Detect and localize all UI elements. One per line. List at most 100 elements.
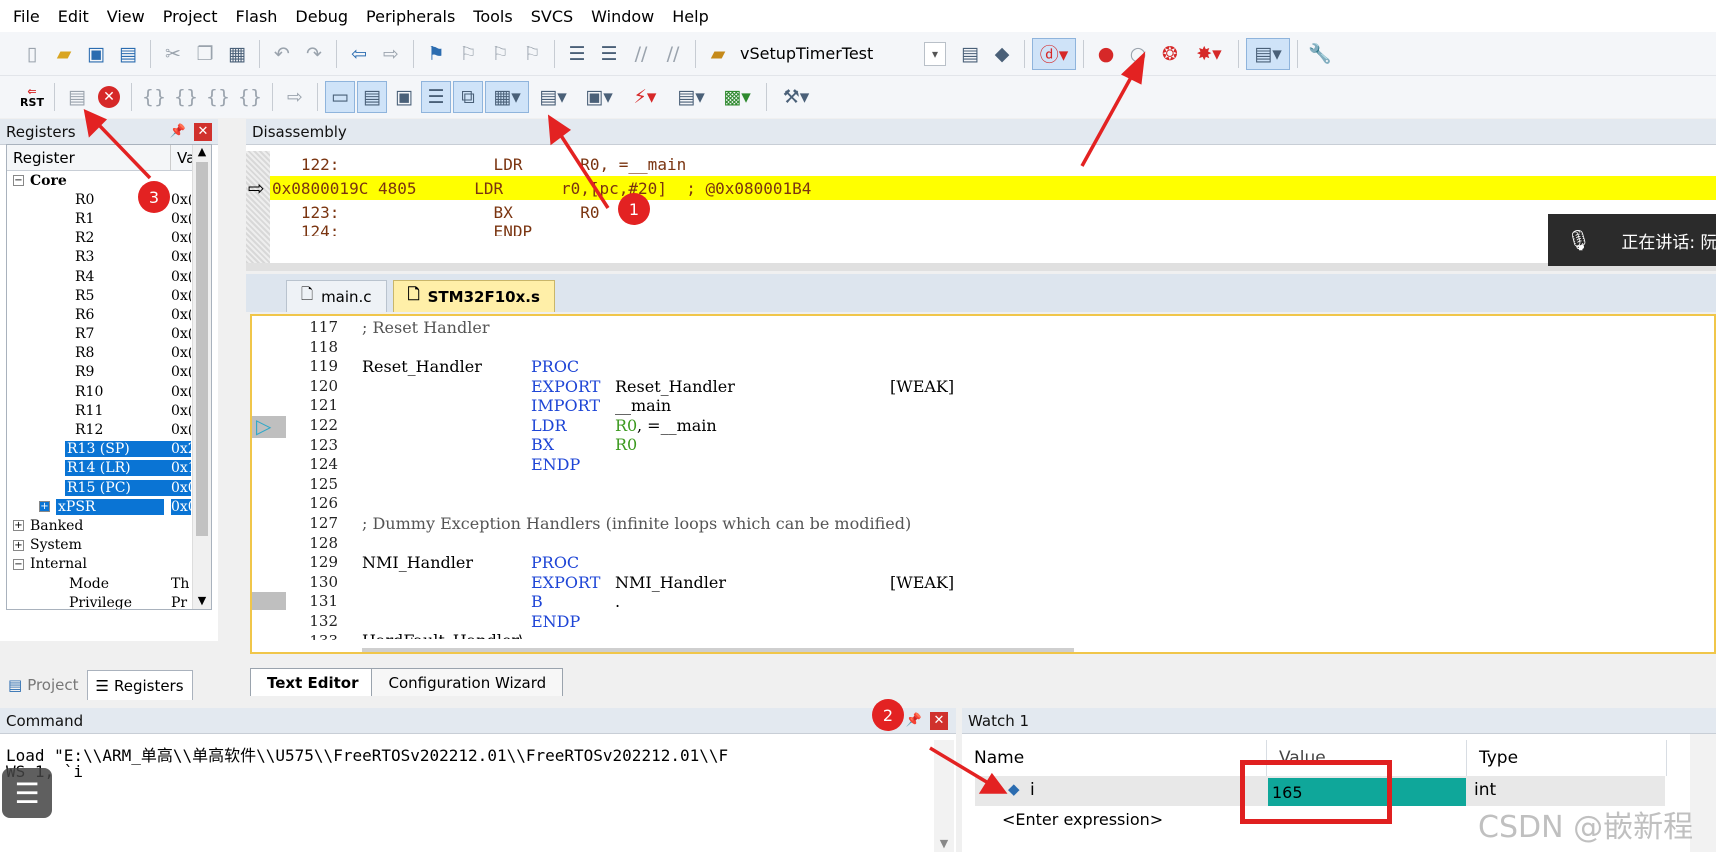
tree-row-banked[interactable]: + Banked <box>7 516 211 535</box>
register-row[interactable]: R11 0x( <box>7 401 211 420</box>
manage-components-icon[interactable]: ◆ <box>987 38 1017 70</box>
editor-hscroll-thumb[interactable] <box>362 648 1074 652</box>
register-row[interactable]: R9 0x( <box>7 363 211 382</box>
analysis-window-icon[interactable]: ⚡▾ <box>623 81 667 113</box>
register-row[interactable]: R6 0x( <box>7 305 211 324</box>
menu-view[interactable]: View <box>98 7 154 26</box>
open-folder-icon[interactable]: ▰ <box>49 38 79 70</box>
scroll-up-icon[interactable]: ▲ <box>193 145 211 158</box>
expand-icon[interactable]: + <box>39 501 50 513</box>
save-icon[interactable]: ▣ <box>81 38 111 70</box>
target-dropdown[interactable]: ▾ <box>924 41 946 66</box>
step-over-icon[interactable]: {} <box>171 81 201 113</box>
step-into-icon[interactable]: {} <box>139 81 169 113</box>
collapse-icon[interactable]: − <box>13 175 24 187</box>
menu-flash[interactable]: Flash <box>226 7 286 26</box>
register-row-lr[interactable]: R14 (LR)0x1 <box>7 459 211 478</box>
comment-icon[interactable]: // <box>626 38 656 70</box>
undo-icon[interactable]: ↶ <box>267 38 297 70</box>
register-row[interactable]: R4 0x( <box>7 267 211 286</box>
tab-project[interactable]: ▤ Project <box>0 670 87 700</box>
command-output[interactable]: Load "E:\\ARM_单高\\单高软件\\U575\\FreeRTOSv2… <box>0 734 956 852</box>
command-scrollbar[interactable]: ▼ <box>934 740 954 852</box>
breakpoint-disable-icon[interactable]: ○ <box>1123 38 1153 70</box>
tree-row-core[interactable]: − Core <box>7 171 211 190</box>
toolbox-icon[interactable]: ⚒▾ <box>774 81 818 113</box>
menu-tools[interactable]: Tools <box>464 7 521 26</box>
stop-icon[interactable]: ✕ <box>94 81 124 113</box>
register-row[interactable]: R10 0x( <box>7 382 211 401</box>
symbols-window-icon[interactable]: ▣ <box>389 81 419 113</box>
memory-window-icon[interactable]: ▤▾ <box>531 81 575 113</box>
breakpoint-kill-all-icon[interactable]: ✸▾ <box>1187 38 1231 70</box>
breakpoint-disable-all-icon[interactable]: ❂ <box>1155 38 1185 70</box>
menu-file[interactable]: File <box>4 7 49 26</box>
menu-peripherals[interactable]: Peripherals <box>357 7 464 26</box>
menu-svcs[interactable]: SVCS <box>522 7 582 26</box>
register-row[interactable]: R3 0x( <box>7 248 211 267</box>
register-row[interactable]: R0 0x( <box>7 190 211 209</box>
tree-row-internal[interactable]: − Internal <box>7 555 211 574</box>
bookmark-toggle-icon[interactable]: ⚑ <box>421 38 451 70</box>
menu-edit[interactable]: Edit <box>49 7 98 26</box>
reset-icon[interactable]: ⇐ RST <box>17 81 47 113</box>
wrench-icon[interactable]: 🔧 <box>1305 38 1335 70</box>
tree-row-system[interactable]: + System <box>7 536 211 555</box>
watch-column-type[interactable]: Type <box>1467 740 1667 776</box>
uncomment-icon[interactable]: // <box>658 38 688 70</box>
unindent-icon[interactable]: ☰ <box>594 38 624 70</box>
find-in-files-icon[interactable]: ▰ <box>703 38 733 70</box>
run-to-cursor-icon[interactable]: {} <box>235 81 265 113</box>
register-row-sp[interactable]: R13 (SP)0x2 <box>7 440 211 459</box>
watch-scrollbar[interactable] <box>1690 734 1716 852</box>
debug-session-icon[interactable]: ⓓ▾ <box>1032 37 1076 70</box>
menu-window[interactable]: Window <box>582 7 663 26</box>
disassembly-window-icon[interactable]: ▤ <box>357 81 387 113</box>
enter-expression[interactable]: <Enter expression> <box>1002 810 1163 829</box>
step-out-icon[interactable]: {} <box>203 81 233 113</box>
register-row[interactable]: R5 0x( <box>7 286 211 305</box>
disassembly-hscroll[interactable] <box>246 263 1716 271</box>
breakpoint-insert-icon[interactable]: ● <box>1091 38 1121 70</box>
bookmark-clear-icon[interactable]: ⚐ <box>517 38 547 70</box>
scroll-down-icon[interactable]: ▼ <box>934 837 954 850</box>
system-viewer-icon[interactable]: ▩▾ <box>715 81 759 113</box>
show-next-statement-icon[interactable]: ⇨ <box>280 81 310 113</box>
menu-debug[interactable]: Debug <box>286 7 357 26</box>
close-icon[interactable]: ✕ <box>194 122 212 141</box>
watch-column-name[interactable]: Name <box>962 740 1267 776</box>
pin-icon[interactable]: 📌 <box>170 124 186 139</box>
paste-icon[interactable]: ▦ <box>222 38 252 70</box>
floating-menu-icon[interactable]: ☰ <box>2 768 52 818</box>
tree-row-privilege[interactable]: Privilege Pr <box>7 593 211 609</box>
pin-icon[interactable]: 📌 <box>906 713 922 728</box>
navigate-back-icon[interactable]: ⇦ <box>344 38 374 70</box>
disassembly-line[interactable]: 123: BX R0 <box>246 200 1716 224</box>
tab-main-c[interactable]: 🗋 main.c <box>286 280 387 312</box>
bookmark-next-icon[interactable]: ⚐ <box>485 38 515 70</box>
configure-icon[interactable]: ▤ <box>955 38 985 70</box>
menu-project[interactable]: Project <box>154 7 227 26</box>
bookmark-prev-icon[interactable]: ⚐ <box>453 38 483 70</box>
collapse-icon[interactable]: − <box>13 558 24 570</box>
scroll-thumb[interactable] <box>196 162 208 536</box>
register-row[interactable]: R7 0x( <box>7 325 211 344</box>
register-row[interactable]: R2 0x( <box>7 229 211 248</box>
tab-text-editor[interactable]: Text Editor <box>250 668 376 696</box>
run-icon[interactable]: ▤ <box>62 81 92 113</box>
watch-window-icon[interactable]: ▦▾ <box>485 81 529 113</box>
tab-configuration-wizard[interactable]: Configuration Wizard <box>371 668 564 696</box>
cut-icon[interactable]: ✂ <box>158 38 188 70</box>
indent-icon[interactable]: ☰ <box>562 38 592 70</box>
register-column-header[interactable]: Register <box>7 145 171 170</box>
expand-icon[interactable]: + <box>13 539 24 551</box>
copy-icon[interactable]: ❐ <box>190 38 220 70</box>
tab-registers[interactable]: ☰ Registers <box>86 670 193 700</box>
new-file-icon[interactable]: ▯ <box>17 38 47 70</box>
registers-window-icon[interactable]: ☰ <box>421 81 451 113</box>
navigate-forward-icon[interactable]: ⇨ <box>376 38 406 70</box>
registers-scrollbar[interactable]: ▲ ▼ <box>192 145 211 609</box>
expand-icon[interactable]: + <box>13 520 24 532</box>
disassembly-current-line[interactable]: 0x0800019C 4805 LDR r0,[pc,#20] ; @0x080… <box>246 176 1716 200</box>
tree-row-mode[interactable]: Mode Th <box>7 574 211 593</box>
